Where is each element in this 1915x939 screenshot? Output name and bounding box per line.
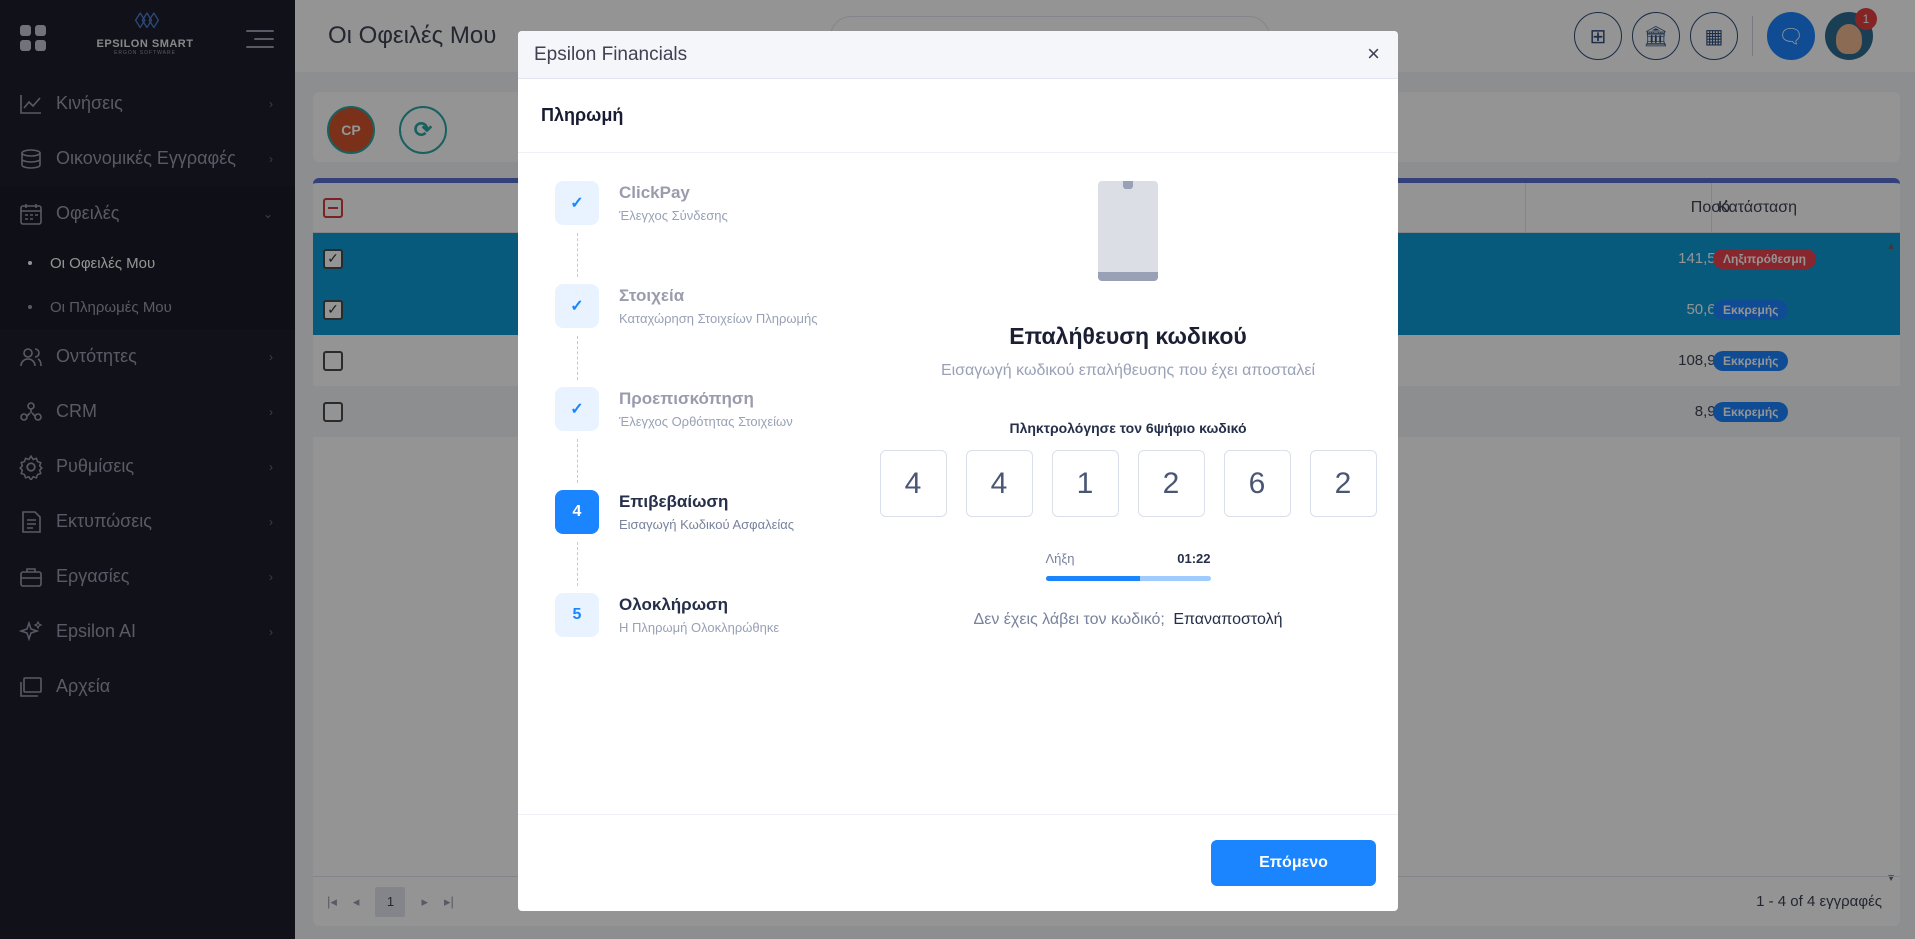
otp-digit-2[interactable]: 4	[965, 450, 1033, 517]
close-icon[interactable]: ×	[1367, 43, 1380, 65]
step-connector	[577, 336, 578, 380]
stepper: ✓ ClickPay Έλεγχος Σύνδεσης ✓ Στοιχεία Κ…	[555, 181, 855, 696]
step-clickpay: ✓ ClickPay Έλεγχος Σύνδεσης	[555, 181, 855, 284]
step-title: Προεπισκόπηση	[619, 389, 754, 408]
verify-title: Επαλήθευση κωδικού	[1009, 323, 1247, 349]
otp-digit-4[interactable]: 2	[1137, 450, 1205, 517]
step-description: Καταχώρηση Στοιχείων Πληρωμής	[619, 311, 818, 326]
code-label: Πληκτρολόγησε τον 6ψήφιο κωδικό	[1009, 420, 1247, 436]
step-description: Η Πληρωμή Ολοκληρώθηκε	[619, 620, 780, 635]
expiry-progress-fill	[1045, 576, 1140, 581]
next-button[interactable]: Επόμενο	[1211, 840, 1376, 886]
step-title: ClickPay	[619, 183, 690, 202]
modal-title: Epsilon Financials	[534, 43, 688, 65]
check-icon: ✓	[555, 387, 599, 431]
payment-modal: Epsilon Financials × Πληρωμή ✓ ClickPay …	[518, 31, 1398, 911]
step-title: Στοιχεία	[619, 286, 685, 305]
step-description: Εισαγωγή Κωδικού Ασφαλείας	[619, 517, 795, 532]
otp-digit-1[interactable]: 4	[879, 450, 947, 517]
resend-link[interactable]: Επαναποστολή	[1173, 611, 1282, 628]
otp-input-group: 4 4 1 2 6 2	[873, 450, 1383, 517]
step-connector	[577, 542, 578, 586]
step-description: Έλεγχος Σύνδεσης	[619, 208, 728, 223]
otp-digit-3[interactable]: 1	[1051, 450, 1119, 517]
otp-digit-5[interactable]: 6	[1223, 450, 1291, 517]
step-preview: ✓ Προεπισκόπηση Έλεγχος Ορθότητας Στοιχε…	[555, 387, 855, 490]
step-number: 5	[555, 593, 599, 637]
step-description: Έλεγχος Ορθότητας Στοιχείων	[619, 414, 793, 429]
modal-titlebar: Epsilon Financials ×	[518, 31, 1398, 79]
phone-bar	[1098, 272, 1158, 281]
modal-subtitle: Πληρωμή	[518, 79, 1398, 153]
resend-prompt: Δεν έχεις λάβει τον κωδικό;	[973, 611, 1165, 628]
step-number: 4	[555, 490, 599, 534]
resend-row: Δεν έχεις λάβει τον κωδικό; Επαναποστολή	[873, 611, 1383, 629]
step-confirmation: 4 Επιβεβαίωση Εισαγωγή Κωδικού Ασφαλείας	[555, 490, 855, 593]
step-connector	[577, 233, 578, 277]
otp-digit-6[interactable]: 2	[1309, 450, 1377, 517]
expiry-value: 01:22	[1177, 551, 1211, 566]
expiry-timer: Λήξη 01:22	[1045, 551, 1211, 591]
step-connector	[577, 439, 578, 483]
verify-subtitle: Εισαγωγή κωδικού επαλήθευσης που έχει απ…	[940, 362, 1316, 379]
phone-icon	[1098, 181, 1158, 281]
check-icon: ✓	[555, 284, 599, 328]
expiry-progress-track	[1045, 576, 1211, 581]
verification-panel: Επαλήθευση κωδικού Εισαγωγή κωδικού επαλ…	[873, 181, 1383, 629]
step-title: Επιβεβαίωση	[619, 492, 729, 511]
step-details: ✓ Στοιχεία Καταχώρηση Στοιχείων Πληρωμής	[555, 284, 855, 387]
modal-footer: Επόμενο	[518, 814, 1398, 911]
phone-notch	[1123, 181, 1133, 189]
step-title: Ολοκλήρωση	[619, 595, 729, 614]
check-icon: ✓	[555, 181, 599, 225]
expiry-label: Λήξη	[1045, 551, 1075, 566]
step-completion: 5 Ολοκλήρωση Η Πληρωμή Ολοκληρώθηκε	[555, 593, 855, 696]
